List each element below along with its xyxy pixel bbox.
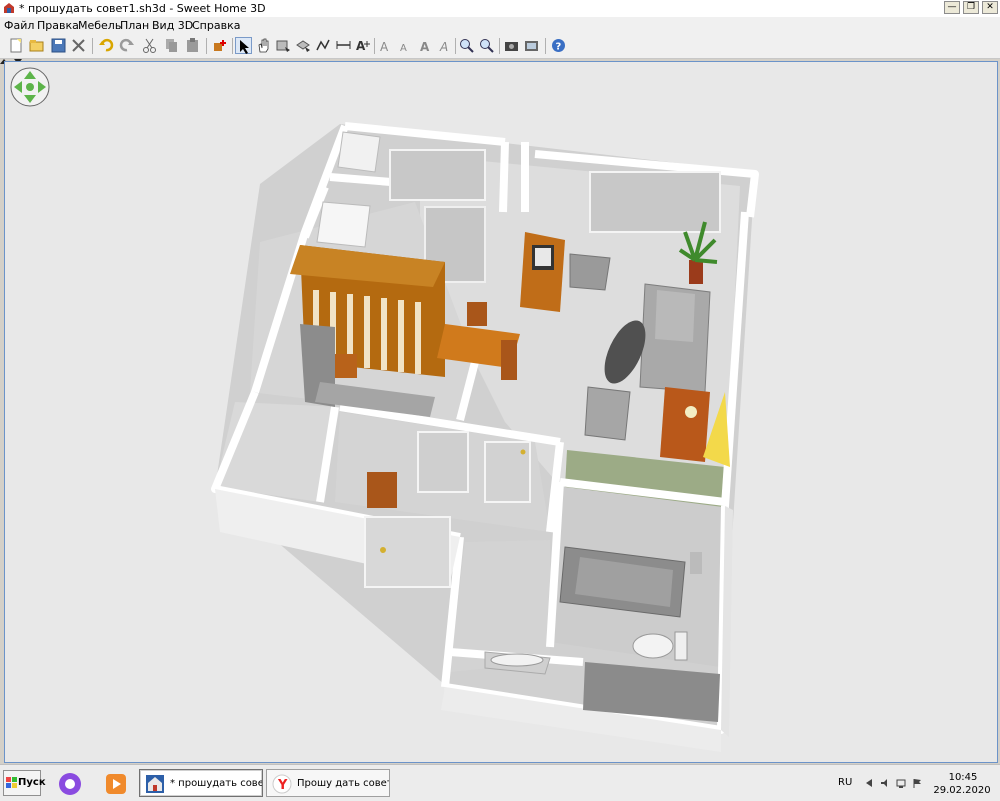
door-handle (380, 547, 386, 553)
toolbar-separator (545, 38, 546, 54)
menu-edit[interactable]: Правка (37, 19, 79, 32)
taskbar-item-yandex[interactable]: Y Прошу дать совето... (266, 769, 390, 797)
taskbar-item-sweet-home[interactable]: * прошудать совет... (139, 769, 263, 797)
open-icon[interactable] (28, 37, 45, 54)
select-mode-icon[interactable] (235, 37, 252, 54)
yandex-browser-icon: Y (272, 774, 292, 794)
chair (367, 472, 397, 508)
action-center-flag-icon[interactable] (912, 778, 922, 788)
undo-icon[interactable] (98, 37, 115, 54)
toolbar: A A A A A ? (0, 34, 1000, 59)
svg-text:A: A (439, 40, 448, 54)
menu-plan[interactable]: План (120, 19, 149, 32)
svg-text:Y: Y (277, 778, 288, 793)
svg-text:A: A (400, 43, 407, 54)
text-decrease-icon[interactable]: A (397, 37, 414, 54)
close-button[interactable]: ✕ (982, 1, 998, 14)
menu-file[interactable]: Файл (4, 19, 34, 32)
system-tray: RU 10:45 29.02.2020 (830, 765, 1000, 801)
create-video-icon[interactable] (523, 37, 540, 54)
help-icon[interactable]: ? (550, 37, 567, 54)
volume-icon[interactable] (880, 778, 890, 788)
create-photo-icon[interactable] (503, 37, 520, 54)
minimize-button[interactable]: — (944, 1, 960, 14)
copy-icon[interactable] (163, 37, 180, 54)
cabinet (337, 131, 381, 173)
menu-help[interactable]: Справка (192, 19, 240, 32)
chair (501, 340, 517, 380)
cut-icon[interactable] (141, 37, 158, 54)
add-furniture-icon[interactable] (211, 37, 228, 54)
sweet-home-3d-icon (4, 3, 14, 13)
start-button[interactable]: Пуск (3, 770, 46, 796)
zoom-in-icon[interactable] (458, 37, 475, 54)
chair (467, 302, 487, 326)
window-kitchen (389, 149, 486, 201)
toolbar-separator (455, 38, 456, 54)
door-hall (417, 431, 469, 493)
sweet-home-3d-icon (146, 775, 164, 793)
start-label: Пуск (18, 777, 46, 788)
create-dimensions-icon[interactable] (335, 37, 352, 54)
redo-icon[interactable] (118, 37, 135, 54)
toolbar-separator (206, 38, 207, 54)
sink (490, 653, 544, 667)
create-rooms-icon[interactable] (295, 37, 312, 54)
text-bold-icon[interactable]: A (417, 37, 434, 54)
toolbar-separator (92, 38, 93, 54)
clock-date[interactable]: 29.02.2020 (930, 785, 994, 796)
pan-mode-icon[interactable] (255, 37, 272, 54)
restore-button[interactable]: ❐ (963, 1, 979, 14)
new-home-icon[interactable] (8, 37, 25, 54)
3d-view[interactable] (4, 61, 998, 763)
armchair (569, 253, 611, 291)
taskbar-item-label: Прошу дать совето... (297, 778, 389, 789)
media-player-icon[interactable] (103, 771, 129, 797)
toolbar-separator (499, 38, 500, 54)
entrance-door (364, 516, 451, 588)
text-italic-icon[interactable]: A (437, 37, 454, 54)
menu-furniture[interactable]: Мебель (78, 19, 121, 32)
tray-arrow-icon[interactable] (864, 778, 874, 788)
taskbar: Пуск * прошудать совет... Y Прошу дать с… (0, 764, 1000, 801)
text-increase-icon[interactable]: A (377, 37, 394, 54)
taskbar-item-label: * прошудать совет... (170, 778, 263, 789)
desk (520, 232, 565, 312)
toilet (632, 633, 674, 659)
window-title: * прошудать совет1.sh3d - Sweet Home 3D (19, 2, 266, 15)
add-text-icon[interactable]: A (354, 37, 371, 54)
cut-tool-icon[interactable] (70, 37, 87, 54)
toolbar-separator (232, 38, 233, 54)
refrigerator (316, 201, 371, 248)
armchair (584, 386, 631, 441)
svg-text:?: ? (556, 42, 562, 53)
menu-bar: Файл Правка Мебель План Вид 3D Справка (0, 17, 1000, 34)
3d-house-scene[interactable] (5, 62, 997, 762)
shower-faucet (690, 552, 702, 574)
svg-text:A: A (356, 39, 366, 53)
svg-text:A: A (420, 40, 430, 54)
alice-assistant-icon[interactable] (57, 771, 83, 797)
door-handle (520, 449, 526, 455)
paste-icon[interactable] (184, 37, 201, 54)
menu-3d-view[interactable]: Вид 3D (152, 19, 193, 32)
title-bar: * прошудать совет1.sh3d - Sweet Home 3D … (0, 0, 1000, 18)
create-polylines-icon[interactable] (315, 37, 332, 54)
windows-logo-icon (6, 777, 17, 788)
create-walls-icon[interactable] (275, 37, 292, 54)
clock-time[interactable]: 10:45 (940, 772, 986, 783)
toolbar-separator (374, 38, 375, 54)
nightstand (660, 387, 710, 462)
save-icon[interactable] (50, 37, 67, 54)
window-living (589, 171, 721, 233)
svg-text:A: A (380, 40, 389, 54)
language-indicator[interactable]: RU (838, 777, 852, 788)
network-icon[interactable] (896, 778, 906, 788)
navigation-arrows-widget[interactable] (10, 67, 50, 107)
zoom-out-icon[interactable] (478, 37, 495, 54)
